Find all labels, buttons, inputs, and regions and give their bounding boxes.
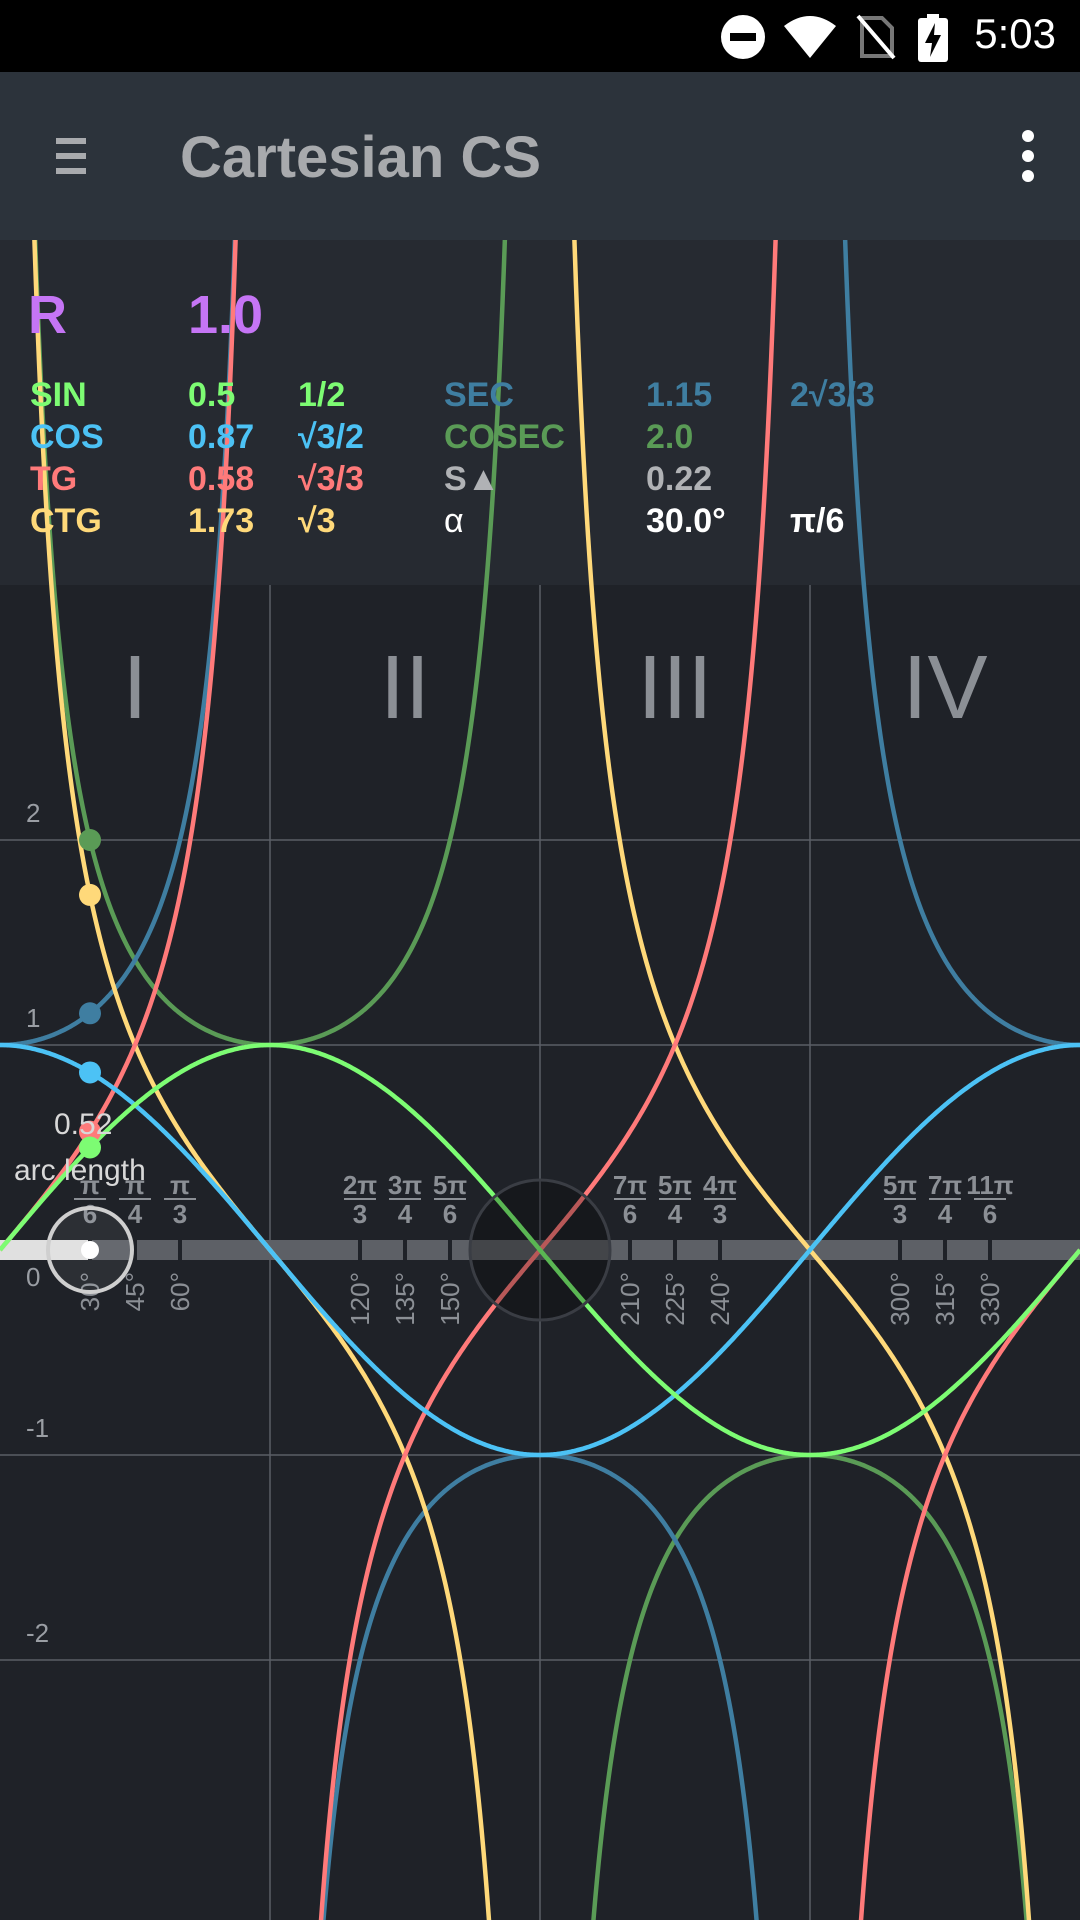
angle-fraction-denominator: 3 xyxy=(353,1199,367,1229)
angle-fraction-numerator: 5π xyxy=(883,1170,917,1200)
hamburger-menu-icon[interactable] xyxy=(52,124,96,188)
overflow-menu-icon[interactable] xyxy=(1008,124,1048,188)
angle-fraction-numerator: π xyxy=(170,1170,190,1200)
angle-degree-label: 240° xyxy=(705,1272,735,1326)
y-tick-label: -1 xyxy=(26,1413,49,1443)
cos-marker xyxy=(79,1061,101,1084)
center-knob[interactable] xyxy=(468,1178,612,1322)
quadrant-label: I xyxy=(122,638,147,738)
angle-fraction-denominator: 4 xyxy=(668,1199,683,1229)
alpha-value: 30.0° xyxy=(646,502,726,540)
sin-exact: 1/2 xyxy=(298,376,346,414)
angle-fraction-numerator: 5π xyxy=(433,1170,467,1200)
cos-value: 0.87 xyxy=(188,418,255,456)
angle-fraction-denominator: 6 xyxy=(623,1199,637,1229)
cosec-label: COSEC xyxy=(444,418,565,456)
y-tick-label: 2 xyxy=(26,798,40,828)
cosec-marker xyxy=(79,829,101,851)
cos-exact: √3/2 xyxy=(298,418,364,456)
quadrant-label: IV xyxy=(902,638,987,738)
arc-length-value: 0.52 xyxy=(54,1108,112,1141)
status-bar: 5:03 xyxy=(0,0,1080,72)
angle-degree-label: 330° xyxy=(975,1272,1005,1326)
tg-exact: √3/3 xyxy=(298,460,364,498)
y-tick-label: -2 xyxy=(26,1618,49,1648)
area-value: 0.22 xyxy=(646,460,713,498)
angle-fraction-numerator: 7π xyxy=(928,1170,962,1200)
sin-value: 0.5 xyxy=(188,376,236,414)
angle-degree-label: 135° xyxy=(390,1272,420,1326)
angle-degree-label: 150° xyxy=(435,1272,465,1326)
alpha-label: α xyxy=(444,502,464,540)
angle-degree-label: 60° xyxy=(165,1272,195,1311)
tg-value: 0.58 xyxy=(188,460,255,498)
angle-fraction-numerator: 4π xyxy=(703,1170,737,1200)
quadrant-label: II xyxy=(380,638,430,738)
angle-fraction-denominator: 3 xyxy=(893,1199,907,1229)
alpha-exact: π/6 xyxy=(790,502,845,540)
app-bar: Cartesian CS xyxy=(0,72,1080,240)
angle-fraction-denominator: 4 xyxy=(938,1199,953,1229)
area-label: S▲ xyxy=(444,460,501,498)
cos-label: COS xyxy=(30,418,104,456)
wifi-icon xyxy=(784,16,836,58)
angle-fraction-denominator: 4 xyxy=(128,1199,143,1229)
sin-label: SIN xyxy=(30,376,87,414)
radius-value: 1.0 xyxy=(188,285,264,345)
cosec-value: 2.0 xyxy=(646,418,694,456)
angle-fraction-numerator: 7π xyxy=(613,1170,647,1200)
angle-fraction-denominator: 4 xyxy=(398,1199,413,1229)
function-graph[interactable]: IIIIIIIV 210-1-2 π630°π445°π360°2π3120°3… xyxy=(0,240,1080,1920)
angle-degree-label: 315° xyxy=(930,1272,960,1326)
angle-degree-label: 300° xyxy=(885,1272,915,1326)
angle-fraction-denominator: 6 xyxy=(443,1199,457,1229)
battery-charging-icon xyxy=(918,14,948,62)
ctg-exact: √3 xyxy=(298,502,336,540)
angle-degree-label: 45° xyxy=(120,1272,150,1311)
angle-slider-handle-dot xyxy=(81,1241,99,1259)
angle-fraction-denominator: 3 xyxy=(173,1199,187,1229)
angle-fraction-numerator: 2π xyxy=(343,1170,377,1200)
angle-fraction-denominator: 3 xyxy=(713,1199,727,1229)
sec-value: 1.15 xyxy=(646,376,713,414)
quadrant-label: III xyxy=(637,638,712,738)
angle-fraction-numerator: 5π xyxy=(658,1170,692,1200)
angle-degree-label: 225° xyxy=(660,1272,690,1326)
sec-marker xyxy=(79,1002,101,1025)
angle-fraction-numerator: 11π xyxy=(966,1170,1013,1200)
ctg-label: CTG xyxy=(30,502,102,540)
radius-label: R xyxy=(28,285,67,345)
angle-degree-label: 120° xyxy=(345,1272,375,1326)
no-sim-icon xyxy=(856,14,896,60)
angle-fraction-denominator: 6 xyxy=(983,1199,997,1229)
ctg-value: 1.73 xyxy=(188,502,255,540)
y-tick-label: 1 xyxy=(26,1003,40,1033)
page-title: Cartesian CS xyxy=(180,125,542,190)
arc-length-label: arc length xyxy=(14,1154,146,1187)
clock: 5:03 xyxy=(974,10,1056,57)
ctg-marker xyxy=(79,883,101,906)
angle-degree-label: 210° xyxy=(615,1272,645,1326)
y-tick-label: 0 xyxy=(26,1262,40,1292)
do-not-disturb-icon xyxy=(721,15,765,59)
tg-label: TG xyxy=(30,460,78,498)
sec-exact: 2√3/3 xyxy=(790,376,875,414)
angle-fraction-numerator: 3π xyxy=(388,1170,422,1200)
sec-label: SEC xyxy=(444,376,514,414)
